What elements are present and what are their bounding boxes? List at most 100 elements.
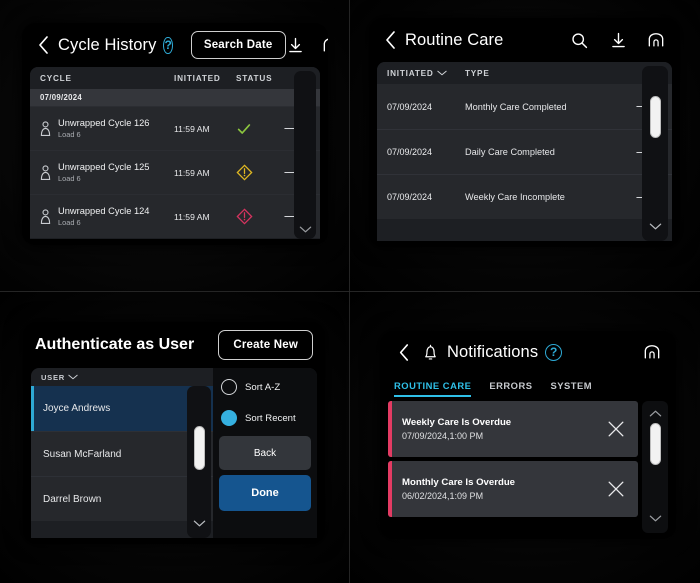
chevron-down-icon[interactable] <box>649 218 662 236</box>
cycle-initiated: 11:59 AM <box>174 211 210 222</box>
panel-routine-care: Routine Care INITIATED TYPE 07/09/2024 M… <box>350 0 700 292</box>
notification-title: Weekly Care Is Overdue <box>402 416 512 428</box>
done-button[interactable]: Done <box>219 475 311 511</box>
sort-option-a-z[interactable]: Sort A-Z <box>219 374 311 400</box>
cycle-info: Unwrapped Cycle 126 Load 6 <box>58 117 174 140</box>
list-item-user-selected[interactable]: Joyce Andrews <box>31 386 213 431</box>
help-icon[interactable]: ? <box>545 343 563 361</box>
scrollbar-user-list[interactable] <box>187 386 211 538</box>
cycle-table-header: CYCLE INITIATED STATUS <box>30 67 320 89</box>
chevron-down-icon[interactable] <box>649 510 662 528</box>
home-icon[interactable] <box>646 30 666 50</box>
table-row[interactable]: Unwrapped Cycle 125 Load 6 11:59 AM <box>30 150 320 194</box>
page-title: Notifications <box>447 342 539 361</box>
user-name: Darrel Brown <box>43 493 102 505</box>
quadrant-divider-horizontal <box>0 291 700 292</box>
column-header-initiated: INITIATED <box>174 73 221 83</box>
chevron-left-icon[interactable] <box>34 34 52 56</box>
list-item-notification[interactable]: Weekly Care Is Overdue 07/09/2024,1:00 P… <box>388 401 638 457</box>
status-badge-warning <box>236 164 276 181</box>
status-badge-complete <box>236 121 276 137</box>
routine-type: Daily Care Completed <box>465 147 555 157</box>
home-icon[interactable] <box>642 342 662 362</box>
radio-icon-selected[interactable] <box>221 410 237 426</box>
panel-cycle-history: Cycle History ? Search Date CYCLE INITIA… <box>0 0 350 292</box>
user-name: Joyce Andrews <box>43 403 111 414</box>
tab-system[interactable]: SYSTEM <box>550 380 592 397</box>
search-date-button[interactable]: Search Date <box>190 31 286 59</box>
cycle-info: Unwrapped Cycle 125 Load 6 <box>58 161 174 184</box>
chevron-down-icon <box>436 69 447 78</box>
list-item-user[interactable]: Darrel Brown <box>31 476 213 521</box>
tab-errors[interactable]: ERRORS <box>489 380 532 397</box>
routine-type: Weekly Care Incomplete <box>465 192 565 202</box>
routine-initiated: 07/09/2024 <box>387 192 433 202</box>
device-frame-authenticate: Authenticate as User Create New USER Joy… <box>23 322 325 544</box>
panel-authenticate: Authenticate as User Create New USER Joy… <box>0 292 350 583</box>
authenticate-body: USER Joyce Andrews Susan McFarland Darre… <box>31 368 317 538</box>
user-icon <box>40 208 51 225</box>
panel-notifications: Notifications ? ROUTINE CARE ERRORS SYST… <box>350 292 700 583</box>
list-item-user[interactable]: Susan McFarland <box>31 431 213 476</box>
scroll-thumb[interactable] <box>649 423 661 465</box>
routine-care-header: Routine Care <box>369 18 680 62</box>
close-icon[interactable] <box>594 479 638 499</box>
chevron-left-icon[interactable] <box>394 341 412 363</box>
routine-initiated: 07/09/2024 <box>387 101 433 112</box>
cycle-name: Unwrapped Cycle 124 <box>58 206 150 216</box>
table-row[interactable]: 07/09/2024 Monthly Care Completed <box>377 84 672 129</box>
screen-cycle-history: Cycle History ? Search Date CYCLE INITIA… <box>22 23 328 245</box>
sort-option-recent[interactable]: Sort Recent <box>219 405 311 431</box>
table-row[interactable]: Unwrapped Cycle 124 Load 6 11:59 AM <box>30 194 320 238</box>
download-icon[interactable] <box>286 36 305 55</box>
tab-routine-care[interactable]: ROUTINE CARE <box>394 380 472 397</box>
download-icon[interactable] <box>609 31 628 50</box>
home-icon[interactable] <box>321 35 328 55</box>
table-row[interactable]: Unwrapped Cycle 126 Load 6 11:59 AM <box>30 106 320 150</box>
cycle-load: Load 6 <box>58 130 81 139</box>
table-row[interactable]: 07/09/2024 Daily Care Completed <box>377 129 672 174</box>
page-title: Authenticate as User <box>35 336 195 353</box>
routine-table-header: INITIATED TYPE <box>377 62 672 84</box>
column-header-initiated[interactable]: INITIATED <box>387 69 465 78</box>
chevron-up-icon[interactable] <box>649 405 662 423</box>
user-name: Susan McFarland <box>43 448 122 460</box>
search-icon[interactable] <box>570 31 589 50</box>
close-icon[interactable] <box>594 419 638 439</box>
cycle-initiated: 11:59 AM <box>174 167 210 178</box>
notifications-tabs: ROUTINE CARE ERRORS SYSTEM <box>380 373 676 397</box>
scrollbar-notifications[interactable] <box>642 401 668 533</box>
screen-notifications: Notifications ? ROUTINE CARE ERRORS SYST… <box>380 331 676 539</box>
notification-title: Monthly Care Is Overdue <box>402 476 516 488</box>
cycle-info: Unwrapped Cycle 124 Load 6 <box>58 205 174 228</box>
scrollbar-routine-care[interactable] <box>642 66 668 241</box>
list-item-notification[interactable]: Monthly Care Is Overdue 06/02/2024,1:09 … <box>388 461 638 517</box>
cycle-load: Load 6 <box>58 174 81 183</box>
page-title: Routine Care <box>405 30 504 49</box>
create-new-button[interactable]: Create New <box>218 330 313 360</box>
user-list-header-label: USER <box>41 373 65 382</box>
user-icon <box>40 164 51 181</box>
authenticate-header: Authenticate as User Create New <box>23 322 325 368</box>
back-button[interactable]: Back <box>219 436 311 470</box>
help-icon[interactable]: ? <box>163 36 173 54</box>
scroll-thumb[interactable] <box>193 426 205 470</box>
user-list-header[interactable]: USER <box>31 368 213 386</box>
chevron-left-icon[interactable] <box>381 29 399 51</box>
chevron-down-icon[interactable] <box>193 515 206 533</box>
cycle-table-body: 07/09/2024 Unwrapped Cycle 126 Load 6 11… <box>30 89 320 239</box>
table-row[interactable]: 07/09/2024 Weekly Care Incomplete <box>377 174 672 219</box>
cycle-name: Unwrapped Cycle 126 <box>58 118 150 128</box>
radio-icon-unselected[interactable] <box>221 379 237 395</box>
scroll-thumb[interactable] <box>649 96 661 138</box>
notification-content: Monthly Care Is Overdue 06/02/2024,1:09 … <box>388 476 594 503</box>
cycle-name: Unwrapped Cycle 125 <box>58 162 150 172</box>
sort-option-label: Sort A-Z <box>245 381 281 393</box>
device-frame-cycle-history: Cycle History ? Search Date CYCLE INITIA… <box>22 23 328 245</box>
scrollbar-cycle-history[interactable] <box>294 71 316 239</box>
chevron-down-icon[interactable] <box>299 225 312 234</box>
routine-type: Monthly Care Completed <box>465 101 567 112</box>
cycle-history-header: Cycle History ? Search Date <box>22 23 328 67</box>
screenshot-grid: Cycle History ? Search Date CYCLE INITIA… <box>0 0 700 583</box>
column-header-type: TYPE <box>465 68 490 78</box>
